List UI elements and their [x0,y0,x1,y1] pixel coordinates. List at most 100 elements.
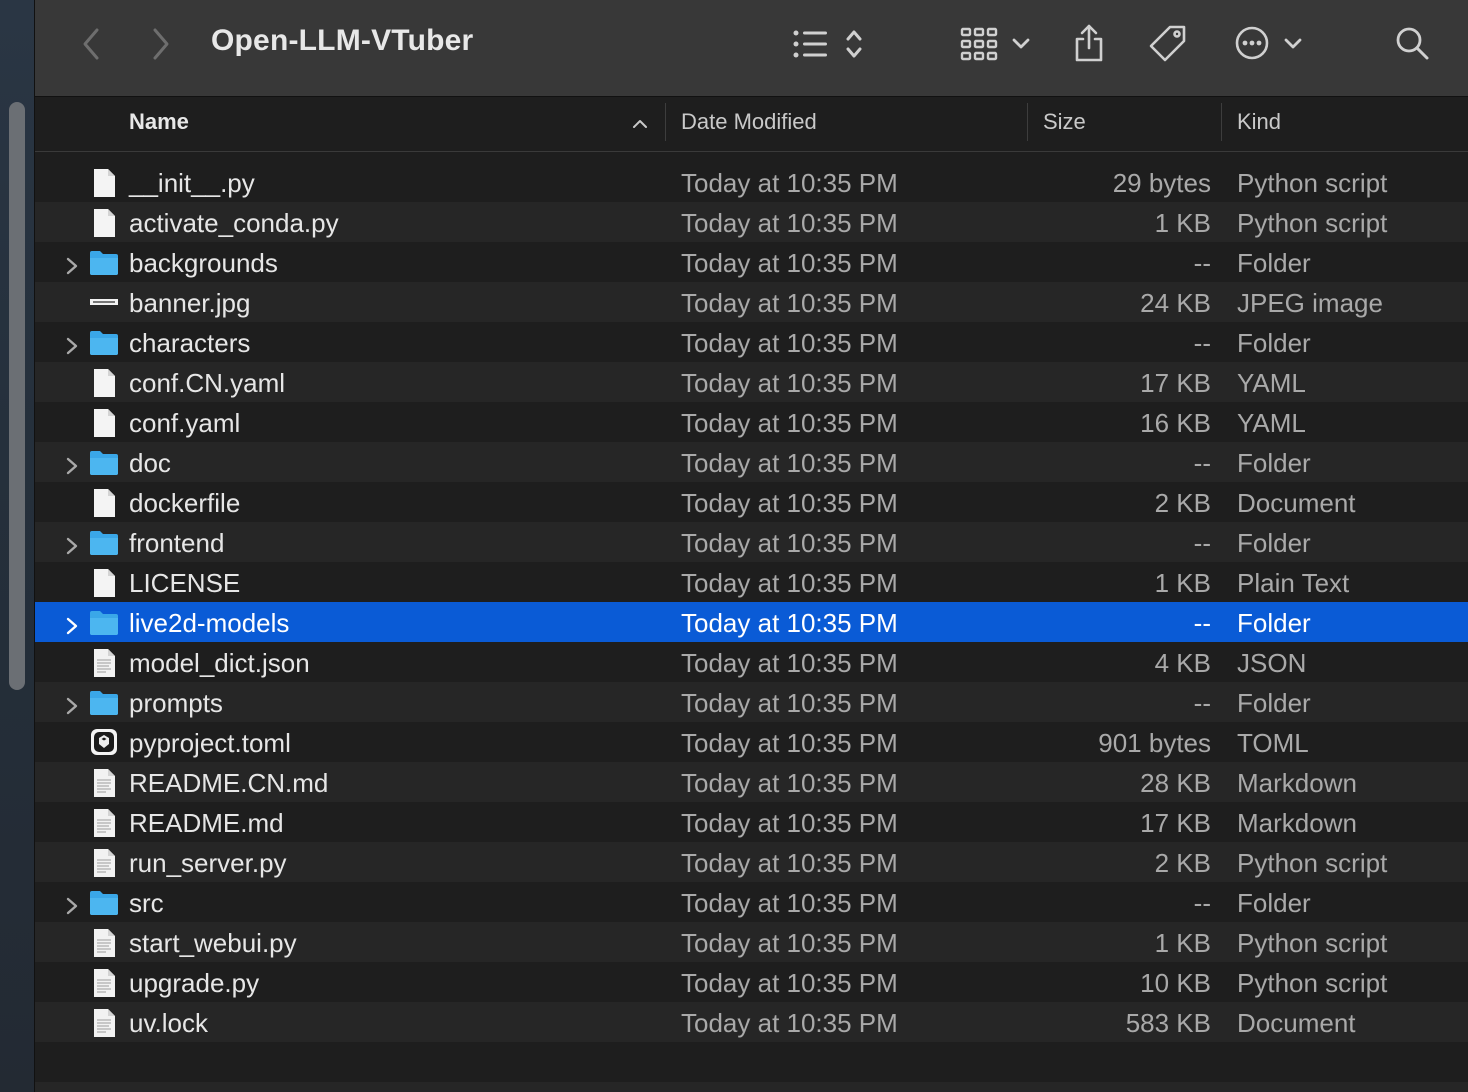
disclosure-chevron-icon[interactable] [65,532,79,555]
column-divider[interactable] [1027,103,1028,141]
file-row[interactable]: conf.yaml Today at 10:35 PM 16 KB YAML [35,402,1468,442]
folder-row[interactable]: frontend Today at 10:35 PM -- Folder [35,522,1468,562]
file-size: 28 KB [1140,768,1211,798]
disclosure-chevron-icon[interactable] [65,612,79,635]
file-kind: Python script [1237,848,1388,878]
file-size: -- [1193,688,1211,718]
column-name[interactable]: Name [129,97,189,151]
tag-icon[interactable] [1147,22,1189,64]
file-row[interactable]: LICENSE Today at 10:35 PM 1 KB Plain Text [35,562,1468,602]
file-name: run_server.py [129,848,287,878]
file-row[interactable]: upgrade.py Today at 10:35 PM 10 KB Python s… [35,962,1468,1002]
file-name: README.CN.md [129,768,329,798]
sort-updown-icon[interactable] [843,26,865,62]
file-row[interactable]: banner.jpg Today at 10:35 PM 24 KB JPEG ima… [35,282,1468,322]
file-row[interactable]: README.CN.md Today at 10:35 PM 28 KB Markdo… [35,762,1468,802]
file-row[interactable]: model_dict.json Today at 10:35 PM 4 KB JSON [35,642,1468,682]
file-name: banner.jpg [129,288,251,318]
file-kind: Folder [1237,328,1311,358]
share-icon[interactable] [1071,22,1107,64]
file-row[interactable]: activate_conda.py Today at 10:35 PM 1 KB Py… [35,202,1468,242]
doc-text-icon [89,768,119,798]
doc-blank-icon [89,568,119,598]
file-size: 2 KB [1154,488,1211,518]
file-row[interactable]: uv.lock Today at 10:35 PM 583 KB Document [35,1002,1468,1042]
doc-text-icon [89,928,119,958]
back-icon[interactable] [79,24,103,64]
file-row[interactable]: start_webui.py Today at 10:35 PM 1 KB Pytho… [35,922,1468,962]
file-kind: Folder [1237,888,1311,918]
file-size: 1 KB [1154,208,1211,238]
file-row[interactable]: conf.CN.yaml Today at 10:35 PM 17 KB YAML [35,362,1468,402]
disclosure-chevron-icon[interactable] [65,452,79,475]
file-row[interactable]: run_server.py Today at 10:35 PM 2 KB Python… [35,842,1468,882]
empty-row [35,1082,1468,1092]
file-kind: YAML [1237,408,1306,438]
file-kind: Python script [1237,168,1388,198]
folder-row[interactable]: src Today at 10:35 PM -- Folder [35,882,1468,922]
column-kind[interactable]: Kind [1237,97,1281,151]
disclosure-chevron-icon[interactable] [65,692,79,715]
list-view-icon[interactable] [791,26,831,62]
disclosure-chevron-icon[interactable] [65,252,79,275]
file-row[interactable]: __init__.py Today at 10:35 PM 29 bytes Pyth… [35,162,1468,202]
sort-ascending-icon[interactable] [631,115,649,133]
file-row[interactable]: pyproject.toml Today at 10:35 PM 901 bytes… [35,722,1468,762]
file-row[interactable]: dockerfile Today at 10:35 PM 2 KB Document [35,482,1468,522]
folder-row[interactable]: prompts Today at 10:35 PM -- Folder [35,682,1468,722]
folder-icon [89,888,119,918]
column-divider[interactable] [665,103,666,141]
doc-blank-icon [89,408,119,438]
file-kind: Document [1237,1008,1356,1038]
file-name: LICENSE [129,568,241,598]
file-size: 17 KB [1140,368,1211,398]
file-kind: Python script [1237,928,1388,958]
doc-lines-icon [89,1008,119,1038]
disclosure-chevron-icon[interactable] [65,332,79,355]
file-date-modified: Today at 10:35 PM [681,528,898,558]
file-size: -- [1193,888,1211,918]
file-kind: YAML [1237,368,1306,398]
file-row[interactable]: README.md Today at 10:35 PM 17 KB Markdown [35,802,1468,842]
file-kind: Plain Text [1237,568,1350,598]
file-name: characters [129,328,251,358]
folder-row[interactable]: live2d-models Today at 10:35 PM -- Folder [35,602,1468,642]
icon-view-grid-icon[interactable] [959,26,999,62]
file-kind: Folder [1237,248,1311,278]
more-chevron-down-icon[interactable] [1283,34,1303,54]
file-date-modified: Today at 10:35 PM [681,928,898,958]
column-date-modified[interactable]: Date Modified [681,97,817,151]
file-size: 1 KB [1154,568,1211,598]
file-size: -- [1193,328,1211,358]
file-date-modified: Today at 10:35 PM [681,608,898,638]
doc-text-icon [89,848,119,878]
search-icon[interactable] [1393,24,1431,62]
file-date-modified: Today at 10:35 PM [681,888,898,918]
file-name: conf.CN.yaml [129,368,286,398]
doc-text-icon [89,968,119,998]
folder-row[interactable]: doc Today at 10:35 PM -- Folder [35,442,1468,482]
folder-row[interactable]: characters Today at 10:35 PM -- Folder [35,322,1468,362]
file-date-modified: Today at 10:35 PM [681,448,898,478]
file-date-modified: Today at 10:35 PM [681,1008,898,1038]
column-size[interactable]: Size [1043,97,1086,151]
chevron-down-icon[interactable] [1011,34,1031,54]
folder-row[interactable]: backgrounds Today at 10:35 PM -- Folder [35,242,1468,282]
doc-text-icon [89,808,119,838]
more-ellipsis-icon[interactable] [1233,24,1271,62]
background-scrollbar[interactable] [9,102,25,690]
column-divider[interactable] [1221,103,1222,141]
file-name: backgrounds [129,248,278,278]
empty-row [35,1042,1468,1082]
file-name: uv.lock [129,1008,208,1038]
folder-icon [89,608,119,638]
folder-icon [89,448,119,478]
doc-blank-icon [89,168,119,198]
file-date-modified: Today at 10:35 PM [681,648,898,678]
image-thumb-icon [89,288,119,318]
disclosure-chevron-icon[interactable] [65,892,79,915]
forward-icon[interactable] [149,24,173,64]
file-date-modified: Today at 10:35 PM [681,568,898,598]
file-name: conf.yaml [129,408,241,438]
file-list: __init__.py Today at 10:35 PM 29 bytes Pyth… [35,162,1468,1042]
